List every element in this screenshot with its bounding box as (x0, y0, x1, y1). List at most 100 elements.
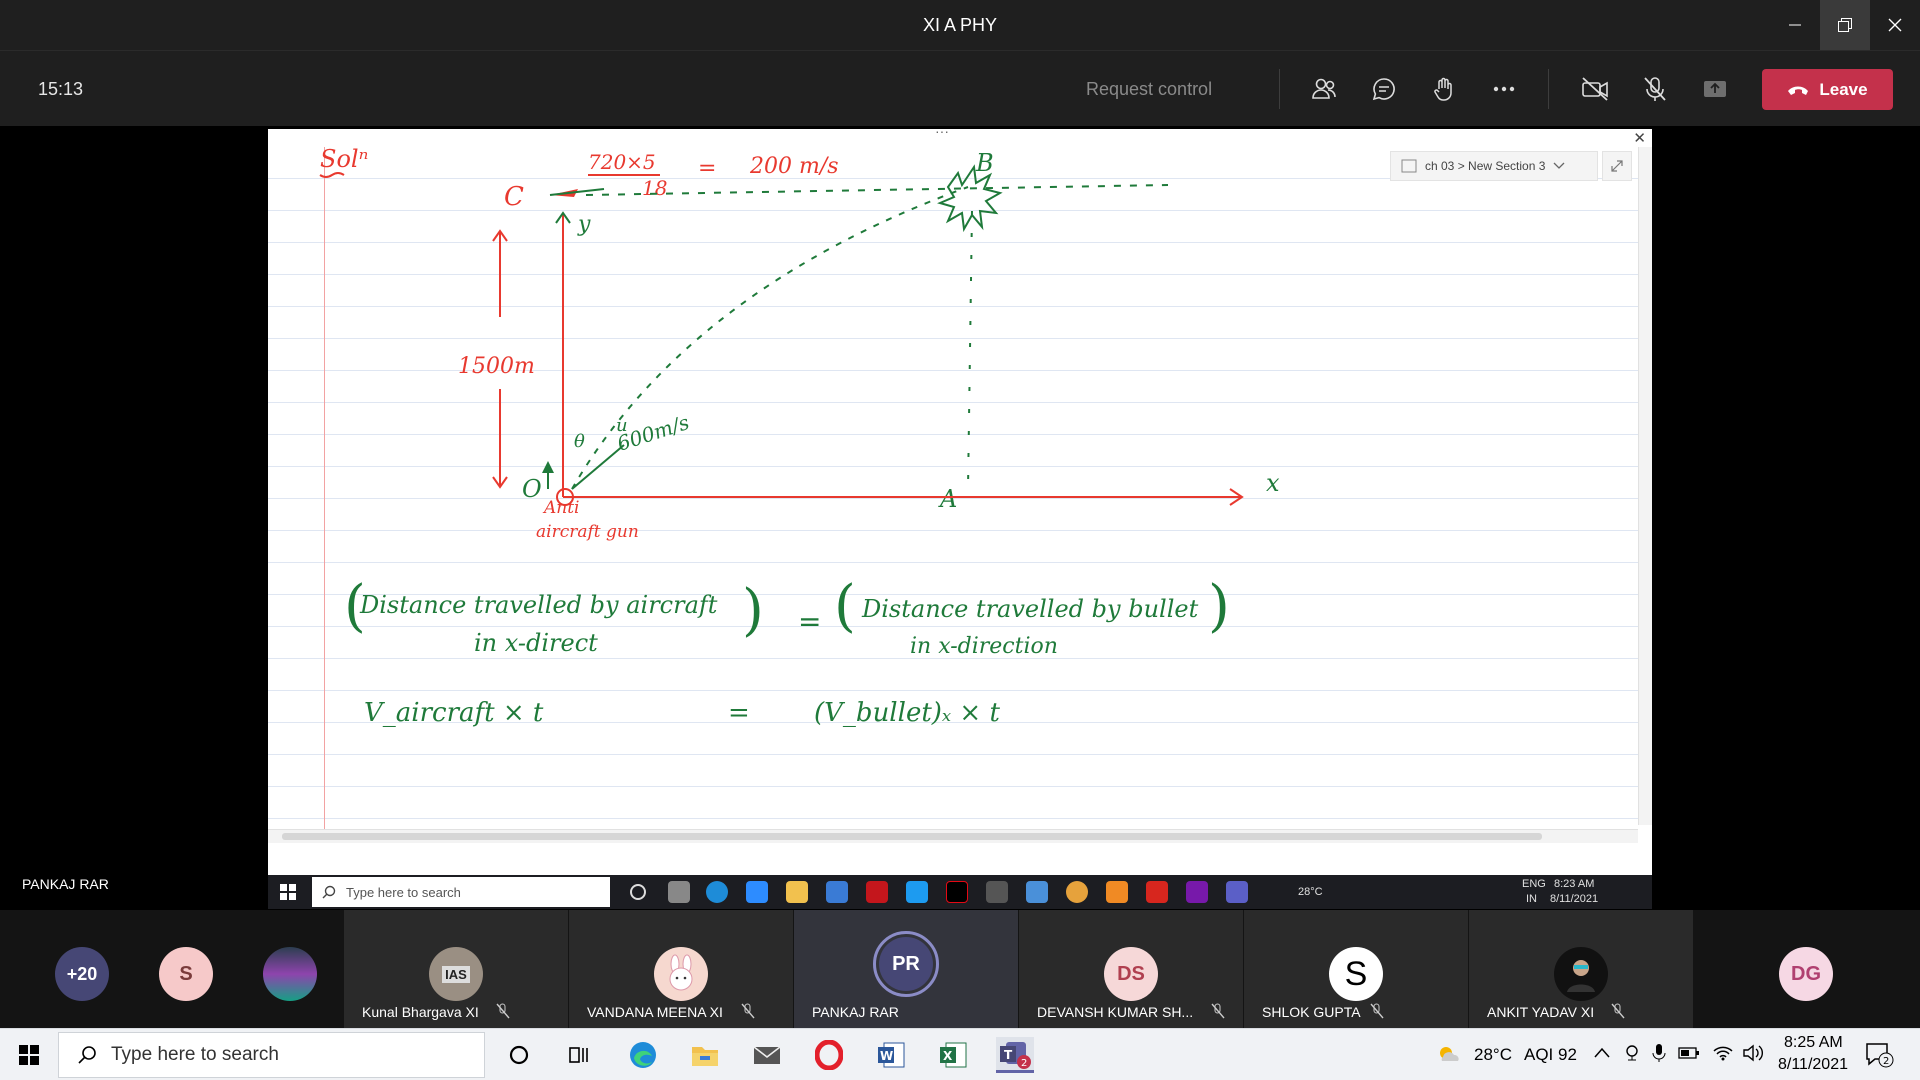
netflix-icon (946, 881, 968, 903)
shared-clock-date: 8/11/2021 (1550, 893, 1599, 905)
leave-button[interactable]: Leave (1762, 69, 1893, 110)
mail-button[interactable] (748, 1037, 786, 1073)
file-explorer-button[interactable] (686, 1037, 724, 1073)
edge-icon (630, 1042, 656, 1068)
point-o-label: O (522, 475, 542, 503)
gun-arrowhead (542, 461, 554, 473)
note-solution: Solⁿ (320, 145, 368, 173)
vertical-dashed-line (967, 210, 973, 490)
avatar: S (1329, 947, 1383, 1001)
request-control-button[interactable]: Request control (1086, 79, 1212, 100)
participant-tile-presenter[interactable]: PR PANKAJ RAR (794, 910, 1018, 1028)
shared-lang-line1: ENG (1522, 878, 1546, 890)
windows-start-icon (280, 884, 296, 900)
windows-start-icon (19, 1045, 39, 1065)
chat-button[interactable] (1366, 71, 1402, 107)
edge-icon (706, 881, 728, 903)
mic-off-icon (741, 1003, 755, 1019)
meeting-toolbar: 15:13 Request control Leave (0, 50, 1920, 126)
clock-time[interactable]: 8:25 AM (1784, 1034, 1843, 1052)
share-tray-button[interactable] (1697, 71, 1733, 107)
word-button[interactable]: W (872, 1037, 910, 1073)
more-actions-button[interactable] (1486, 71, 1522, 107)
word-icon: W (878, 1042, 905, 1068)
vertical-scrollbar[interactable] (1638, 147, 1652, 825)
teams-icon (1226, 881, 1248, 903)
windows-taskbar: Type here to search W X T2 28°C AQI 92 8… (0, 1028, 1920, 1080)
opera-button[interactable] (810, 1037, 848, 1073)
shared-lang-line2: IN (1526, 893, 1537, 905)
edge-button[interactable] (624, 1037, 662, 1073)
cortana-button[interactable] (500, 1037, 538, 1073)
svg-text:X: X (943, 1049, 953, 1063)
teams-button[interactable]: T2 (996, 1037, 1034, 1073)
notification-center-button[interactable]: 2 (1864, 1041, 1894, 1069)
weather-temp[interactable]: 28°C (1474, 1045, 1512, 1065)
shared-weather: 28°C (1298, 886, 1323, 898)
clock-date[interactable]: 8/11/2021 (1778, 1056, 1848, 1074)
restore-icon (1838, 18, 1852, 32)
person-avatar-icon (1567, 960, 1595, 992)
start-button[interactable] (10, 1037, 48, 1073)
avatar[interactable]: DG (1779, 947, 1833, 1001)
excel-button[interactable]: X (934, 1037, 972, 1073)
participant-name: Kunal Bhargava XI (362, 1004, 479, 1020)
bracket: ) (1208, 574, 1230, 639)
mail-icon (826, 881, 848, 903)
participants-button[interactable] (1306, 71, 1342, 107)
taskbar-search-box[interactable]: Type here to search (58, 1032, 485, 1078)
eq2-left: V_aircraft × t (364, 698, 544, 728)
task-view-icon (668, 881, 690, 903)
volume-icon[interactable] (1742, 1043, 1766, 1063)
microphone-icon[interactable] (1652, 1043, 1666, 1063)
avatar (1554, 947, 1608, 1001)
shared-taskbar: Type here to search 28°C ENG IN 8:23 AM … (268, 875, 1652, 909)
bracket: ) (742, 578, 764, 643)
note-speed-numerator: 720×5 (588, 150, 656, 174)
overflow-participants-button[interactable]: +20 (55, 947, 109, 1001)
close-icon (1888, 18, 1902, 32)
participant-tile[interactable]: ANKIT YADAV XI (1469, 910, 1693, 1028)
task-view-button[interactable] (560, 1037, 598, 1073)
restore-button[interactable] (1820, 0, 1870, 50)
leave-label: Leave (1819, 79, 1868, 99)
reactions-button[interactable] (1426, 71, 1462, 107)
close-window-button[interactable] (1870, 0, 1920, 50)
webcam-icon[interactable] (1624, 1044, 1640, 1062)
eq2-equals: = (728, 698, 750, 728)
chevron-up-icon[interactable] (1594, 1047, 1610, 1059)
shared-search-box: Type here to search (312, 877, 610, 907)
acrobat-icon (1146, 881, 1168, 903)
scrollbar-thumb[interactable] (282, 833, 1542, 840)
participant-tile[interactable]: IAS Kunal Bhargava XI (344, 910, 568, 1028)
avatar[interactable] (263, 947, 317, 1001)
aqi-value[interactable]: AQI 92 (1524, 1045, 1577, 1065)
eq1-equals: = (798, 605, 821, 638)
mic-off-icon (1611, 1003, 1625, 1019)
eq1-left-line2: in x-direct (474, 629, 598, 657)
excel-icon: X (940, 1042, 967, 1068)
battery-icon[interactable] (1678, 1047, 1700, 1059)
participant-tile[interactable]: VANDANA MEENA XI (569, 910, 793, 1028)
minimize-button[interactable] (1770, 0, 1820, 50)
note-speed-equals: = (698, 156, 716, 181)
gun-label-line1: Anti (542, 498, 580, 518)
mic-toggle-button[interactable] (1637, 71, 1673, 107)
title-bar: XI A PHY (0, 0, 1920, 50)
wifi-icon[interactable] (1712, 1043, 1734, 1061)
participant-name: SHLOK GUPTA (1262, 1004, 1361, 1020)
cortana-icon (509, 1045, 529, 1065)
hang-up-icon (1788, 86, 1809, 95)
teams-icon: T2 (1000, 1041, 1031, 1069)
cortana-icon (630, 884, 646, 900)
bracket: ( (834, 574, 856, 639)
participant-tile[interactable]: S SHLOK GUPTA (1244, 910, 1468, 1028)
camera-toggle-button[interactable] (1577, 71, 1613, 107)
height-label: 1500m (458, 354, 535, 379)
horizontal-scrollbar[interactable] (268, 829, 1638, 843)
participant-name: PANKAJ RAR (812, 1004, 899, 1020)
point-a-label: A (938, 485, 957, 513)
participant-tile[interactable]: DS DEVANSH KUMAR SH... (1019, 910, 1243, 1028)
avatar[interactable]: S (159, 947, 213, 1001)
toolbar-divider (1279, 69, 1280, 109)
